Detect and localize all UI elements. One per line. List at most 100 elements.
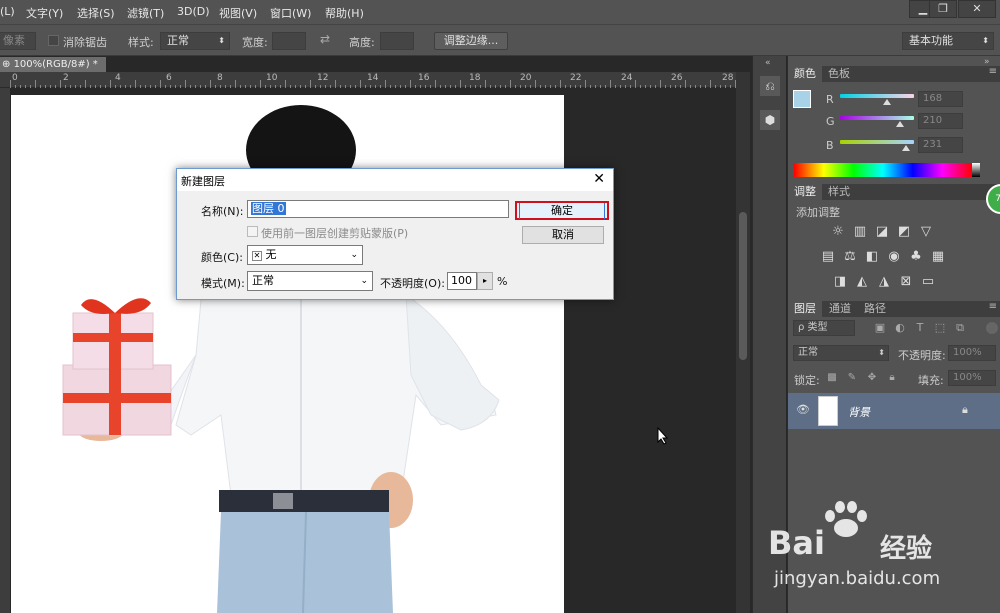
exposure-icon[interactable]: ◩ [896,224,912,240]
antialias-checkbox[interactable] [48,35,59,46]
panel-menu-icon[interactable]: ≡ [989,66,997,77]
curves-icon[interactable]: ◪ [874,224,890,240]
black-white-ramp[interactable] [972,163,980,177]
levels-icon[interactable]: ▥ [852,224,868,240]
menu-layer[interactable]: (L) [0,5,15,18]
close-window-button[interactable]: ✕ [958,0,996,18]
invert-icon[interactable]: ◨ [832,274,848,290]
color-panel-tabs: 颜色 色板 ≡ [788,66,1000,82]
menu-view[interactable]: 视图(V) [219,5,257,21]
color-balance-icon[interactable]: ⚖ [842,249,858,265]
tab-styles[interactable]: 样式 [822,184,856,200]
mode-select[interactable]: 正常 ⌄ [247,271,373,291]
layer-name-input[interactable]: 图层 0 [247,200,509,218]
tab-layers[interactable]: 图层 [788,301,822,317]
use-previous-checkbox[interactable] [247,226,258,237]
mode-label: 模式(M): [201,277,245,290]
menu-select[interactable]: 选择(S) [77,5,115,21]
ruler-tick [235,80,236,88]
feather-field[interactable]: 像素 [0,32,36,50]
fill-label: 填充: [918,374,944,387]
menu-type[interactable]: 文字(Y) [26,5,63,21]
opacity-unit: % [497,275,508,288]
ruler-tick [535,80,536,88]
opacity-stepper-icon[interactable]: ▸ [477,272,493,290]
menu-help[interactable]: 帮助(H) [325,5,364,21]
color-spectrum-bar[interactable] [794,163,972,177]
width-field[interactable] [272,32,306,50]
layer-row-background[interactable]: 👁︎ 背景 🔒︎ [788,393,1000,429]
channel-g-value[interactable]: 210 [918,113,963,129]
ruler-tick [60,80,61,88]
vibrance-icon[interactable]: ▽ [918,224,934,240]
opacity-field[interactable]: 100% [948,345,996,361]
tab-channels[interactable]: 通道 [823,301,857,317]
horizontal-ruler: 0 2 4 6 8 10 12 14 16 18 20 22 24 26 28 [0,72,750,88]
menu-3d[interactable]: 3D(D) [177,5,210,18]
channel-b-knob[interactable] [902,145,910,151]
filter-adjust-icon[interactable]: ◐ [892,320,908,336]
lock-all-icon[interactable]: 🔒︎ [884,370,900,386]
hue-saturation-icon[interactable]: ▤ [820,249,836,265]
filter-toggle[interactable] [986,322,998,334]
blend-mode-select[interactable]: 正常 ⬍ [793,345,889,361]
photo-filter-icon[interactable]: ◉ [886,249,902,265]
swap-icon[interactable]: ⇄ [320,32,330,46]
channel-r-slider[interactable] [840,94,914,98]
collapse-arrows-icon[interactable]: « [765,58,771,68]
ruler-tick [110,80,111,88]
opacity-input[interactable]: 100 [447,272,477,290]
menu-filter[interactable]: 滤镜(T) [127,5,164,21]
close-icon[interactable]: ✕ [593,171,605,187]
channel-g-knob[interactable] [896,121,904,127]
height-field[interactable] [380,32,414,50]
scrollbar-thumb[interactable] [739,212,747,360]
lock-move-icon[interactable]: ✥ [864,370,880,386]
channel-g-slider[interactable] [840,116,914,120]
cancel-button[interactable]: 取消 [522,226,604,244]
gradient-map-icon[interactable]: ▭ [920,274,936,290]
filter-type-icon[interactable]: T [912,320,928,336]
channel-b-slider[interactable] [840,140,914,144]
fill-field[interactable]: 100% [948,370,996,386]
filter-pixel-icon[interactable]: ▣ [872,320,888,336]
posterize-icon[interactable]: ◭ [854,274,870,290]
selective-color-icon[interactable]: ⊠ [898,274,914,290]
channel-mixer-icon[interactable]: ♣ [908,249,924,265]
layer-name[interactable]: 背景 [848,404,870,420]
ok-button[interactable]: 确定 [515,201,609,220]
threshold-icon[interactable]: ◮ [876,274,892,290]
tab-paths[interactable]: 路径 [858,301,892,317]
layer-filter-select[interactable]: ρ 类型 [793,320,855,336]
panel-menu-icon[interactable]: ≡ [989,301,997,312]
ruler-tick [485,80,486,88]
lock-paint-icon[interactable]: ✎ [844,370,860,386]
tab-color[interactable]: 颜色 [788,66,822,82]
3d-cube-icon[interactable]: ⬢ [760,110,780,130]
document-tab[interactable]: ⊕ 100%(RGB/8#) * × [0,57,115,72]
channel-r-knob[interactable] [883,99,891,105]
foreground-color-swatch[interactable] [793,90,811,108]
options-bar: 像素 消除锯齿 样式: 正常 ⬍ 宽度: ⇄ 高度: 调整边缘... 基本功能 … [0,24,1000,56]
tab-swatches[interactable]: 色板 [822,66,856,82]
brightness-icon[interactable]: ☼ [830,224,846,240]
style-select[interactable]: 正常 ⬍ [160,32,230,50]
filter-shape-icon[interactable]: ⬚ [932,320,948,336]
refine-edge-button[interactable]: 调整边缘... [434,32,508,50]
menu-window[interactable]: 窗口(W) [270,5,311,21]
lock-transparency-icon[interactable]: ▩ [824,370,840,386]
workspace-select[interactable]: 基本功能 ⬍ [902,32,994,50]
color-select[interactable]: ✕ 无 ⌄ [247,245,363,265]
layer-name-value: 图层 0 [251,202,286,215]
opacity-label: 不透明度: [898,349,946,362]
channel-r-value[interactable]: 168 [918,91,963,107]
black-white-icon[interactable]: ◧ [864,249,880,265]
channel-b-value[interactable]: 231 [918,137,963,153]
tab-adjustments[interactable]: 调整 [788,184,822,200]
eye-visibility-icon[interactable]: 👁︎ [796,403,810,416]
color-lookup-icon[interactable]: ▦ [930,249,946,265]
ruler-tick [635,80,636,88]
filter-smart-icon[interactable]: ⧉ [952,320,968,336]
restore-button[interactable]: ❐ [929,0,957,18]
history-icon[interactable]: ⎌ [760,76,780,96]
